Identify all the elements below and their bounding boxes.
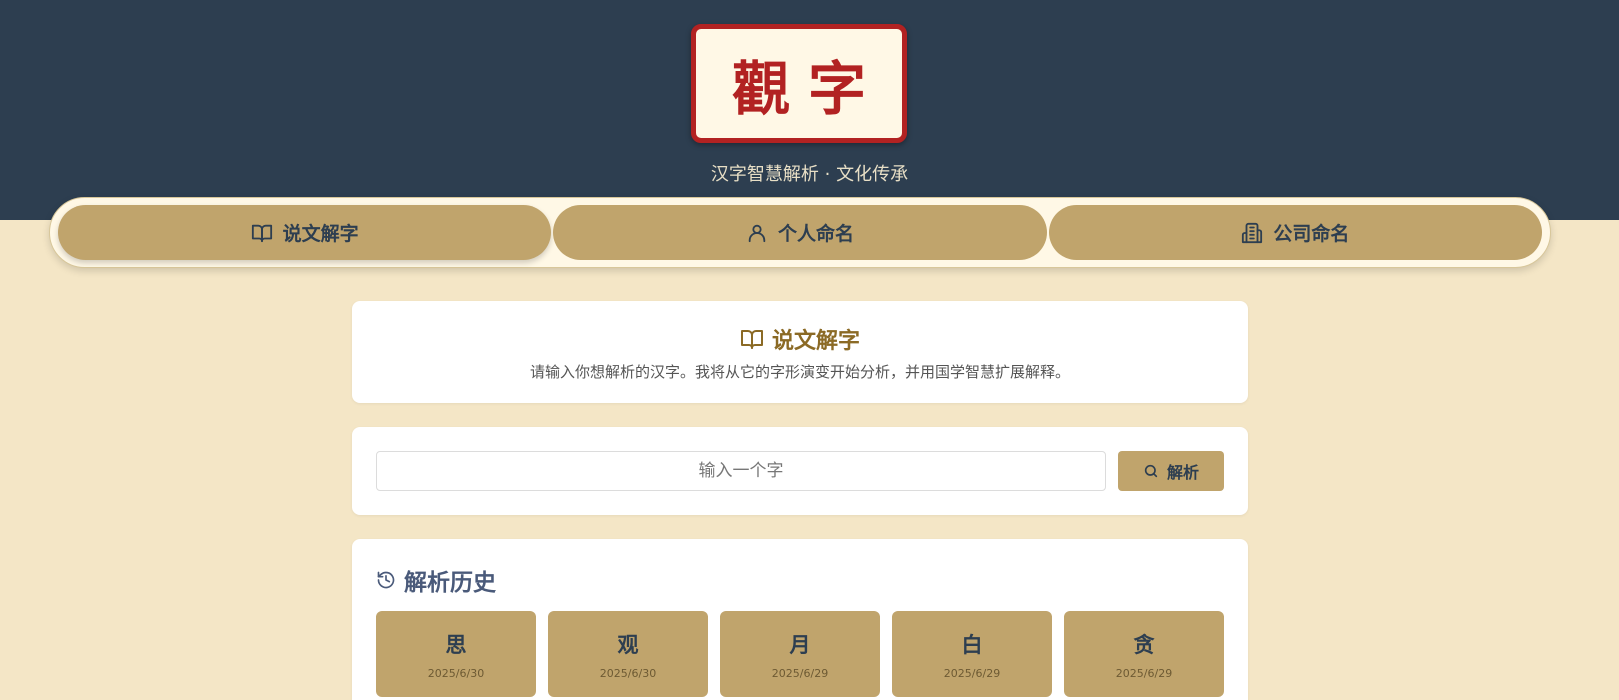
analyze-button[interactable]: 解析 — [1118, 451, 1224, 491]
history-item[interactable]: 观 2025/6/30 — [548, 611, 708, 697]
intro-title-text: 说文解字 — [771, 329, 860, 354]
search-icon — [1144, 464, 1158, 478]
history-item[interactable]: 白 2025/6/29 — [892, 611, 1052, 697]
tab-label: 说文解字 — [282, 223, 359, 245]
history-date: 2025/6/29 — [771, 666, 829, 680]
history-icon — [377, 571, 395, 589]
history-date: 2025/6/29 — [1115, 666, 1173, 680]
history-date: 2025/6/30 — [427, 666, 485, 680]
logo: 觀字 — [691, 24, 907, 143]
search-card: 解析 — [352, 427, 1248, 515]
history-char: 月 — [789, 631, 811, 657]
history-item[interactable]: 月 2025/6/29 — [720, 611, 880, 697]
book-open-icon — [740, 330, 763, 349]
history-date: 2025/6/30 — [599, 666, 657, 680]
book-open-icon — [251, 224, 272, 242]
intro-title: 说文解字 — [352, 323, 1248, 355]
history-item[interactable]: 贪 2025/6/29 — [1064, 611, 1224, 697]
history-card: 解析历史 思 2025/6/30 观 2025/6/30 月 2025/6/29… — [352, 539, 1248, 700]
history-char: 思 — [445, 631, 467, 657]
subtitle: 汉字智慧解析 · 文化传承 — [710, 164, 909, 185]
history-date: 2025/6/29 — [943, 666, 1001, 680]
intro-description: 请输入你想解析的汉字。我将从它的字形演变开始分析，并用国学智慧扩展解释。 — [529, 363, 1070, 381]
user-icon — [748, 224, 766, 242]
analyze-button-label: 解析 — [1166, 463, 1199, 482]
history-title: 解析历史 — [376, 563, 496, 597]
tab-shuowen[interactable]: 说文解字 — [58, 205, 552, 260]
tab-label: 公司命名 — [1273, 223, 1350, 245]
history-char: 白 — [961, 631, 983, 657]
history-char: 贪 — [1133, 631, 1155, 657]
building-icon — [1242, 222, 1263, 243]
history-title-text: 解析历史 — [404, 570, 496, 596]
tab-bar: 说文解字 个人命名 公司命名 — [49, 197, 1551, 268]
tab-company-naming[interactable]: 公司命名 — [1048, 205, 1542, 260]
character-input[interactable] — [376, 451, 1106, 491]
logo-text: 觀字 — [731, 54, 884, 123]
tab-label: 个人命名 — [777, 223, 854, 245]
history-item[interactable]: 思 2025/6/30 — [376, 611, 536, 697]
intro-card: 说文解字 请输入你想解析的汉字。我将从它的字形演变开始分析，并用国学智慧扩展解释… — [352, 301, 1248, 403]
history-list: 思 2025/6/30 观 2025/6/30 月 2025/6/29 白 20… — [376, 611, 1224, 697]
tab-personal-naming[interactable]: 个人命名 — [553, 205, 1047, 260]
history-char: 观 — [617, 631, 639, 657]
